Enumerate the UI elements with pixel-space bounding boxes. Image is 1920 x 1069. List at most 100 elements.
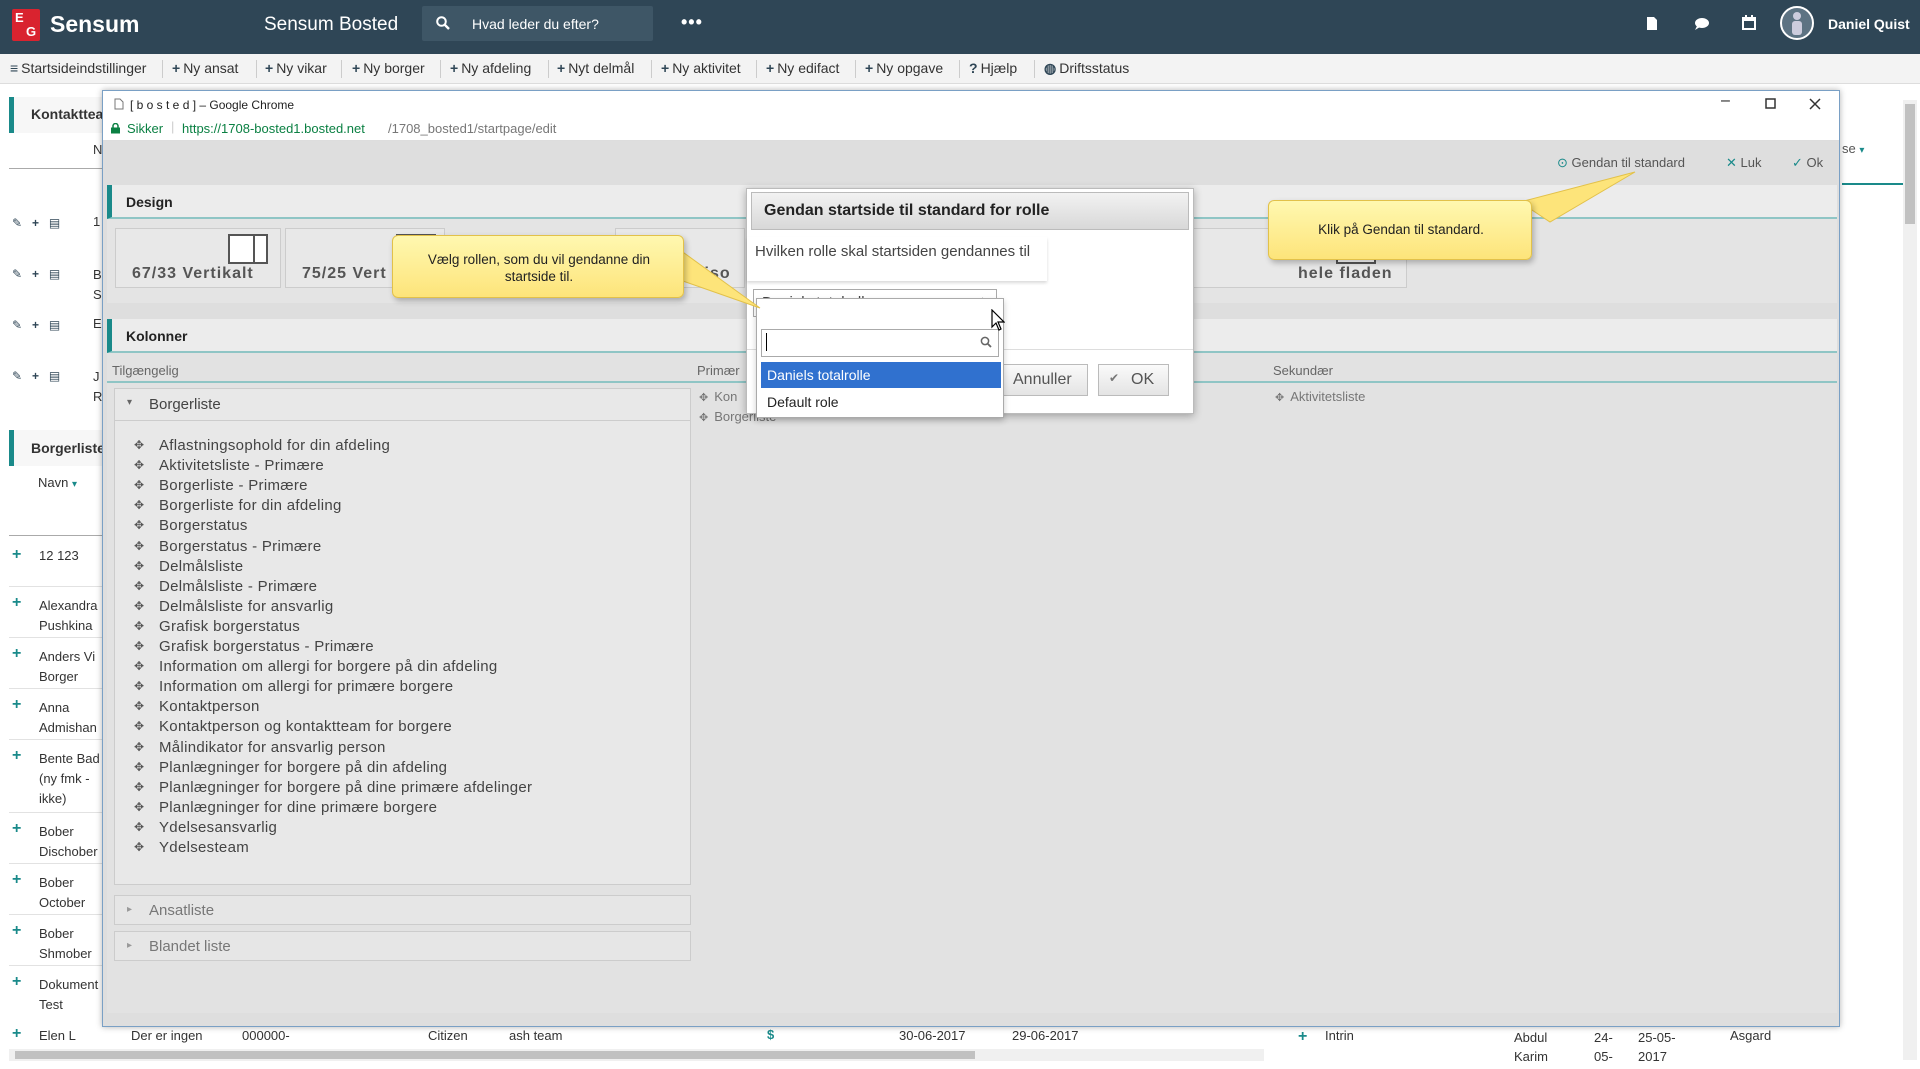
available-widget-label: Borgerstatus - Primære [159, 537, 322, 555]
bottom-cell: 29-06-2017 [1012, 1028, 1079, 1043]
blandet-liste-group[interactable]: ▸ Blandet liste [114, 931, 691, 961]
toolbar-ny-aktivitet[interactable]: + Ny aktivitet [661, 60, 741, 76]
available-widget-item[interactable]: ✥ Ydelsesansvarlig [134, 819, 277, 836]
chrome-titlebar[interactable]: [ b o s t e d ] – Google Chrome – [103, 91, 1839, 117]
toolbar-ny-vikar[interactable]: + Ny vikar [265, 60, 327, 76]
app-title: Sensum Bosted [264, 14, 399, 35]
available-widget-item[interactable]: ✥ Planlægninger for borgere på din afdeli… [134, 759, 447, 776]
secondary-item[interactable]: ✥ Aktivitetsliste [1275, 389, 1365, 404]
user-name[interactable]: Daniel Quist [1828, 16, 1910, 32]
calendar-icon[interactable] [1742, 15, 1756, 30]
available-widget-item[interactable]: ✥ Grafisk borgerstatus - Primære [134, 638, 374, 655]
available-widget-item[interactable]: ✥ Målindikator for ansvarlig person [134, 738, 386, 756]
toolbar-ny-afdeling[interactable]: + Ny afdeling [450, 60, 531, 76]
available-widget-item[interactable]: ✥ Delmålsliste - Primære [134, 578, 317, 595]
dialog-title: Gendan startside til standard for rolle [764, 202, 1050, 219]
available-widget-label: Målindikator for ansvarlig person [159, 738, 386, 756]
plus-icon[interactable]: + [1298, 1028, 1307, 1046]
move-icon: ✥ [134, 458, 145, 473]
plus-icon[interactable]: + [12, 871, 21, 889]
avatar[interactable] [1780, 6, 1814, 40]
role-option-selected[interactable]: Daniels totalrolle [761, 362, 1001, 388]
available-widget-item[interactable]: ✥ Planlægninger for borgere på dine primæ… [134, 778, 533, 796]
layout-67-33-icon [228, 234, 268, 264]
available-widget-item[interactable]: ✥ Delmålsliste for ansvarlig [134, 597, 334, 615]
borgerliste-group-header[interactable]: ▾ Borgerliste [115, 389, 690, 421]
kontakt-row[interactable]: ✎ + ▤ [12, 214, 60, 230]
minimize-button[interactable]: – [1721, 92, 1730, 110]
available-widget-item[interactable]: ✥ Ydelsesteam [134, 839, 249, 856]
toolbar-ny-opgave[interactable]: + Ny opgave [865, 60, 943, 76]
role-search-input[interactable] [761, 329, 999, 357]
kontakt-row[interactable]: ✎ + ▤ [12, 367, 60, 383]
plus-icon[interactable]: + [12, 594, 21, 612]
bottom-scrollbar[interactable] [9, 1049, 1264, 1061]
page-scrollbar[interactable] [1903, 100, 1917, 1060]
available-widget-item[interactable]: ✥ Borgerstatus - Primære [134, 537, 322, 555]
borger-col-navn[interactable]: Navn ▾ [38, 475, 77, 490]
close-window-button[interactable] [1809, 98, 1821, 110]
logo-text[interactable]: Sensum [50, 11, 139, 38]
available-widget-label: Delmålsliste [159, 557, 244, 575]
available-widget-item[interactable]: ✥ Planlægninger for dine primære borgere [134, 799, 437, 816]
address-bar[interactable]: Sikker | https://1708-bosted1.bosted.net… [103, 117, 1839, 141]
available-widget-item[interactable]: ✥ Kontaktperson [134, 698, 260, 715]
ansatliste-group[interactable]: ▸ Ansatliste [114, 895, 691, 925]
toolbar-hjaelp[interactable]: ? Hjælp [969, 60, 1017, 76]
chat-icon[interactable] [1694, 17, 1710, 31]
kontakt-row-text: B S [93, 267, 102, 302]
kontakt-row[interactable]: ✎ + ▤ [12, 316, 60, 332]
pencil-icon: ✎ [12, 267, 23, 281]
move-icon: ✥ [134, 639, 145, 653]
plus-icon[interactable]: + [12, 747, 21, 765]
plus-icon[interactable]: + [12, 922, 21, 940]
borger-row-text: Anna Admishan [39, 700, 97, 735]
available-widget-item[interactable]: ✥ Kontaktperson og kontaktteam for borger… [134, 718, 452, 735]
plus-icon[interactable]: + [12, 645, 21, 663]
borgerliste-header: Borgerliste [9, 430, 105, 466]
available-widget-label: Delmålsliste for ansvarlig [159, 597, 334, 615]
right-col-header: se ▾ [1842, 141, 1865, 156]
toolbar-ny-edifact[interactable]: + Ny edifact [766, 60, 839, 76]
toolbar-driftsstatus[interactable]: ◍ Driftsstatus [1044, 60, 1129, 77]
document-icon[interactable] [1646, 16, 1658, 31]
primary-item[interactable]: ✥ Kon [699, 389, 737, 404]
available-widget-label: Aktivitetsliste - Primære [159, 457, 325, 475]
available-widget-item[interactable]: ✥ Borgerstatus [134, 517, 248, 534]
role-option[interactable]: Default role [761, 389, 1001, 415]
restore-default-button[interactable]: ⊙ Gendan til standard [1557, 155, 1685, 171]
close-button[interactable]: ✕ Luk [1726, 155, 1762, 171]
layout-67-33-button[interactable]: 67/33 Vertikalt [115, 228, 281, 288]
dialog-ok-button[interactable]: ✔ OK [1098, 364, 1169, 396]
dollar-icon: $ [767, 1027, 775, 1042]
toolbar-startsideindstillinger[interactable]: ≡ Startsideindstillinger [10, 60, 146, 76]
available-widget-label: Planlægninger for borgere på dine primær… [159, 778, 533, 796]
restore-tooltip-arrow [1518, 171, 1636, 223]
available-widget-item[interactable]: ✥ Aktivitetsliste - Primære [134, 457, 325, 475]
plus-icon[interactable]: + [12, 1025, 21, 1043]
available-widget-item[interactable]: ✥ Borgerliste for din afdeling [134, 497, 342, 514]
plus-icon[interactable]: + [12, 973, 21, 991]
available-widget-item[interactable]: ✥ Information om allergi for primære borg… [134, 678, 453, 695]
cancel-button[interactable]: Annuller [1002, 364, 1088, 396]
toolbar-nyt-delmaal[interactable]: + Nyt delmål [557, 60, 634, 76]
maximize-button[interactable] [1765, 98, 1776, 109]
available-widget-item[interactable]: ✥ Grafisk borgerstatus [134, 618, 300, 635]
plus-icon: + [31, 267, 39, 281]
plus-icon[interactable]: + [12, 820, 21, 838]
available-widget-item[interactable]: ✥ Information om allergi for borgere på d… [134, 658, 498, 675]
available-widget-item[interactable]: ✥ Aflastningsophold for din afdeling [134, 437, 390, 454]
eg-logo: E G [12, 9, 40, 41]
toolbar-ny-ansat[interactable]: + Ny ansat [172, 60, 238, 76]
toolbar-ny-borger[interactable]: + Ny borger [352, 60, 425, 76]
available-widget-item[interactable]: ✥ Borgerliste - Primære [134, 477, 308, 494]
ok-button[interactable]: ✓ Ok [1792, 155, 1823, 171]
kontakt-row[interactable]: ✎ + ▤ [12, 265, 60, 281]
more-menu-button[interactable]: ••• [681, 12, 703, 33]
secondary-column-label: Sekundær [1273, 363, 1333, 378]
global-search[interactable]: Hvad leder du efter? [422, 6, 653, 41]
dialog-question-box: Hvilken rolle skal startsiden gendannes … [747, 237, 1047, 281]
plus-icon[interactable]: + [12, 696, 21, 714]
available-widget-item[interactable]: ✥ Delmålsliste [134, 557, 244, 575]
plus-icon[interactable]: + [12, 546, 21, 564]
